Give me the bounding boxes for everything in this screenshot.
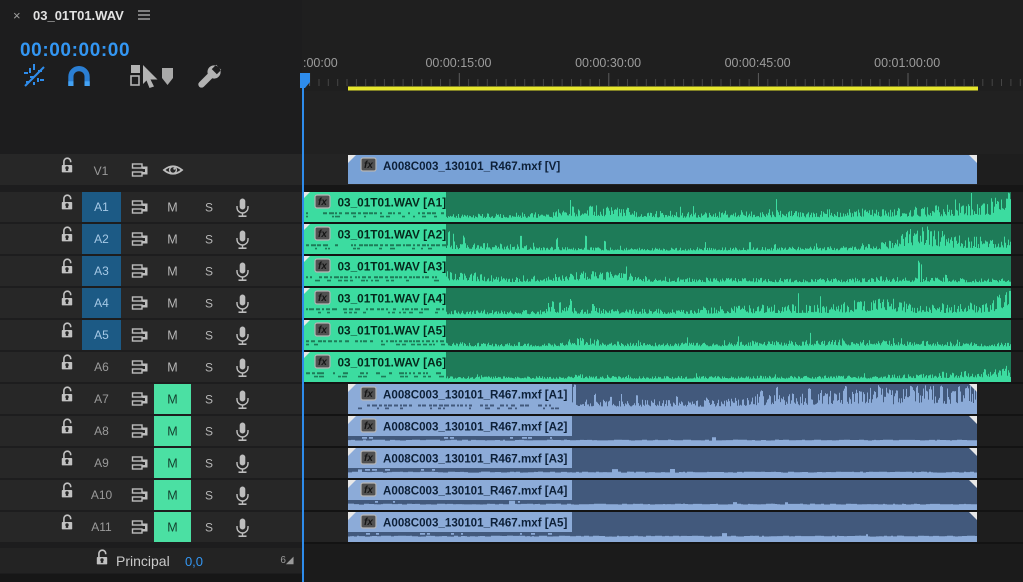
svg-text:S: S [205,201,213,215]
svg-text:S: S [205,361,213,375]
svg-text:fx: fx [364,160,373,171]
svg-text:fx: fx [364,389,373,400]
svg-text:A008C003_130101_R467.mxf [A3]: A008C003_130101_R467.mxf [A3] [383,453,567,466]
svg-text:A6: A6 [94,360,109,374]
svg-text:03_01T01.WAV [A4]: 03_01T01.WAV [A4] [338,292,447,306]
svg-text:S: S [205,393,213,407]
svg-text::00:00: :00:00 [303,56,338,70]
svg-text:fx: fx [318,261,327,272]
svg-text:S: S [205,457,213,471]
svg-text:M: M [167,265,177,279]
svg-text:A008C003_130101_R467.mxf [A5]: A008C003_130101_R467.mxf [A5] [383,517,567,530]
svg-text:fx: fx [318,229,327,240]
svg-text:03_01T01.WAV [A6]: 03_01T01.WAV [A6] [338,356,447,370]
svg-text:6◢: 6◢ [280,555,294,566]
svg-text:03_01T01.WAV: 03_01T01.WAV [33,8,124,23]
svg-text:Principal: Principal [116,553,170,569]
svg-text:00:00:30:00: 00:00:30:00 [575,56,641,70]
svg-text:00:01:00:00: 00:01:00:00 [874,56,940,70]
svg-text:M: M [167,425,177,439]
svg-text:fx: fx [364,517,373,528]
svg-text:A11: A11 [91,520,112,534]
svg-text:S: S [205,425,213,439]
svg-text:M: M [167,233,177,247]
svg-text:fx: fx [318,357,327,368]
svg-text:A8: A8 [94,424,109,438]
svg-text:S: S [205,521,213,535]
svg-text:A008C003_130101_R467.mxf [A1]: A008C003_130101_R467.mxf [A1] [383,389,567,402]
svg-text:A2: A2 [94,232,109,246]
svg-text:M: M [167,521,177,535]
svg-text:03_01T01.WAV [A5]: 03_01T01.WAV [A5] [338,324,447,338]
svg-text:A008C003_130101_R467.mxf [A4]: A008C003_130101_R467.mxf [A4] [383,485,567,498]
svg-text:M: M [167,393,177,407]
svg-text:M: M [167,201,177,215]
svg-text:M: M [167,361,177,375]
svg-text:M: M [167,297,177,311]
svg-text:A1: A1 [94,200,109,214]
svg-text:S: S [205,329,213,343]
svg-text:A008C003_130101_R467.mxf [A2]: A008C003_130101_R467.mxf [A2] [383,421,567,434]
svg-text:fx: fx [318,325,327,336]
svg-text:03_01T01.WAV [A1]: 03_01T01.WAV [A1] [338,196,447,210]
svg-text:×: × [13,8,21,23]
svg-text:03_01T01.WAV [A3]: 03_01T01.WAV [A3] [338,260,447,274]
svg-text:A4: A4 [94,296,109,310]
svg-text:00:00:00:00: 00:00:00:00 [20,40,130,61]
svg-text:00:00:15:00: 00:00:15:00 [425,56,491,70]
svg-text:A008C003_130101_R467.mxf [V]: A008C003_130101_R467.mxf [V] [383,160,560,173]
svg-text:S: S [205,233,213,247]
svg-text:00:00:45:00: 00:00:45:00 [725,56,791,70]
svg-text:M: M [167,329,177,343]
svg-text:03_01T01.WAV [A2]: 03_01T01.WAV [A2] [338,228,447,242]
svg-text:M: M [167,489,177,503]
svg-text:A7: A7 [94,392,109,406]
svg-text:A5: A5 [94,328,109,342]
svg-text:S: S [205,489,213,503]
svg-text:fx: fx [364,421,373,432]
svg-text:A9: A9 [94,456,109,470]
svg-text:fx: fx [318,197,327,208]
svg-text:A10: A10 [91,488,113,502]
svg-text:fx: fx [364,453,373,464]
svg-text:S: S [205,265,213,279]
svg-text:A3: A3 [94,264,109,278]
svg-text:S: S [205,297,213,311]
svg-text:M: M [167,457,177,471]
svg-text:fx: fx [318,293,327,304]
svg-text:0,0: 0,0 [185,554,203,569]
svg-text:V1: V1 [94,164,109,178]
svg-text:fx: fx [364,485,373,496]
